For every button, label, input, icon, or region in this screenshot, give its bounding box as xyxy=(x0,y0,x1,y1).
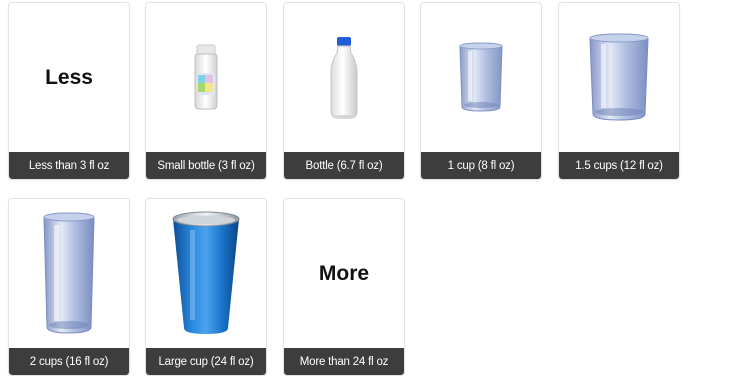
option-caption: Less than 3 fl oz xyxy=(9,152,129,179)
more-label: More xyxy=(318,262,370,285)
option-caption: 1 cup (8 fl oz) xyxy=(421,152,541,179)
glass-icon xyxy=(459,42,503,112)
option-caption: Bottle (6.7 fl oz) xyxy=(284,152,404,179)
less-label: Less xyxy=(45,66,93,89)
option-more-than-24-fl-oz[interactable]: More More than 24 fl oz xyxy=(283,198,405,376)
option-2-cups[interactable]: 2 cups (16 fl oz) xyxy=(8,198,130,376)
option-media xyxy=(421,3,541,153)
option-media xyxy=(146,3,266,153)
option-large-cup[interactable]: Large cup (24 fl oz) xyxy=(145,198,267,376)
wide-glass-icon xyxy=(589,33,649,121)
option-small-bottle[interactable]: Small bottle (3 fl oz) xyxy=(145,2,267,180)
bottle-icon xyxy=(330,37,358,119)
option-caption: More than 24 fl oz xyxy=(284,348,404,375)
option-less-than-3-fl-oz[interactable]: Less Less than 3 fl oz xyxy=(8,2,130,180)
blue-cup-icon xyxy=(172,211,240,334)
option-1-cup[interactable]: 1 cup (8 fl oz) xyxy=(420,2,542,180)
option-media xyxy=(559,3,679,153)
tall-glass-icon xyxy=(43,212,95,334)
option-caption: 1.5 cups (12 fl oz) xyxy=(559,152,679,179)
option-bottle[interactable]: Bottle (6.7 fl oz) xyxy=(283,2,405,180)
option-media xyxy=(9,199,129,349)
small-bottle-icon xyxy=(194,44,218,110)
option-1-5-cups[interactable]: 1.5 cups (12 fl oz) xyxy=(558,2,680,180)
option-media xyxy=(146,199,266,349)
option-caption: 2 cups (16 fl oz) xyxy=(9,348,129,375)
option-media: Less xyxy=(9,3,129,153)
option-media: More xyxy=(284,199,404,349)
option-caption: Small bottle (3 fl oz) xyxy=(146,152,266,179)
option-caption: Large cup (24 fl oz) xyxy=(146,348,266,375)
option-media xyxy=(284,3,404,153)
